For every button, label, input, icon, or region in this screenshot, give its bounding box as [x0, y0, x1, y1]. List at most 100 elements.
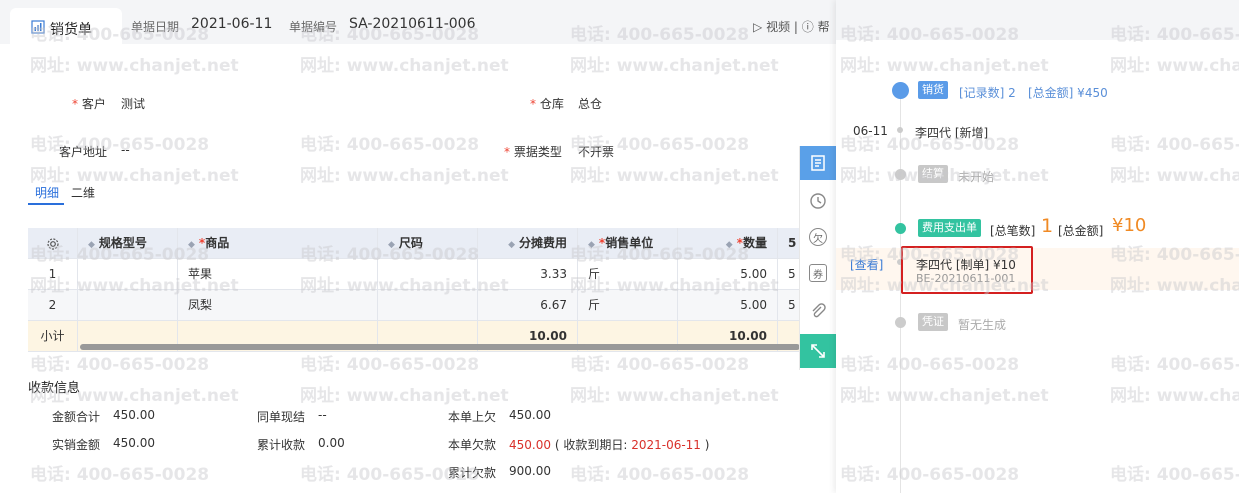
date-value: 2021-06-11	[191, 16, 273, 32]
table-row[interactable]: 1 苹果 3.33 斤 5.00 5	[28, 259, 800, 290]
settle-status: 未开始	[958, 170, 995, 184]
settle-node-dot	[895, 169, 906, 180]
cell-unit[interactable]: 斤	[578, 290, 678, 321]
document-flow-button[interactable]	[800, 146, 836, 180]
col-unit[interactable]: ◆ *销售单位	[578, 228, 678, 259]
warehouse-field[interactable]: 总仓	[578, 95, 602, 112]
watermark-phone: 电话: 400-665-0028	[30, 135, 210, 155]
cell-qty[interactable]: 5.00	[678, 259, 778, 290]
col-extra[interactable]: 5	[778, 228, 800, 259]
play-icon: ▷	[753, 20, 763, 34]
cell-size[interactable]	[378, 259, 478, 290]
address-label: 客户地址	[59, 145, 108, 159]
owe-icon: 欠	[809, 228, 827, 246]
settings-column[interactable]	[28, 228, 78, 259]
payment-section-title: 收款信息	[28, 381, 81, 396]
expense-highlight-row	[836, 248, 1239, 290]
cell-fee[interactable]: 6.67	[478, 290, 578, 321]
actual-value: 450.00	[113, 436, 155, 450]
horizontal-scrollbar[interactable]	[80, 344, 800, 350]
expense-count-label: [总笔数]	[990, 224, 1036, 238]
expand-icon	[811, 344, 825, 358]
owe-button[interactable]: 欠	[800, 220, 836, 254]
cum-recv-value: 0.00	[318, 436, 345, 450]
gear-icon[interactable]	[46, 237, 60, 251]
cell-product[interactable]: 凤梨	[178, 290, 378, 321]
cell-unit[interactable]: 斤	[578, 259, 678, 290]
row-number: 1	[28, 259, 78, 290]
divider: |	[793, 20, 802, 34]
help-icon[interactable]: ⓘ	[802, 20, 814, 34]
cell-product[interactable]: 苹果	[178, 259, 378, 290]
side-toolbar: 欠 券	[799, 146, 836, 370]
tab-label: 销货单	[50, 22, 92, 38]
row-number: 2	[28, 290, 78, 321]
cum-owe-value: 900.00	[509, 464, 551, 478]
watermark-site: 网址: www.chanjet.net	[30, 56, 239, 76]
voucher-node-dot	[895, 317, 906, 328]
expense-count: 1	[1041, 215, 1054, 237]
detail-table: ◆ 规格型号 ◆ *商品 ◆ 尺码 ◆ 分摊费用 ◆ *销售单位 ◆ *数量 5 1 苹果 …	[28, 228, 800, 354]
invoice-field[interactable]: 不开票	[578, 143, 614, 160]
due-date: 2021-06-11	[631, 438, 701, 452]
cum-owe-label: 累计欠款	[448, 466, 497, 480]
actual-label: 实销金额	[52, 438, 101, 452]
cash-value: --	[318, 408, 327, 422]
customer-label: * 客户	[72, 97, 106, 111]
active-tab-underline	[28, 203, 64, 205]
subtotal-label: 小计	[28, 321, 78, 352]
expense-amount-label: [总金额]	[1058, 224, 1104, 238]
date-label: 单据日期	[131, 20, 180, 34]
cell-size[interactable]	[378, 290, 478, 321]
expense-badge[interactable]: 费用支出单	[918, 219, 981, 237]
paperclip-icon	[812, 303, 826, 318]
watermark-site: 网址: www.chanjet.net	[300, 166, 509, 186]
add-entry-dot	[897, 127, 903, 133]
sales-badge[interactable]: 销货	[918, 81, 948, 99]
watermark-phone: 电话: 400-665-0028	[570, 465, 750, 485]
attachment-button[interactable]	[800, 294, 836, 328]
invoice-label: * 票据类型	[504, 145, 562, 159]
address-field[interactable]: --	[121, 143, 130, 157]
warehouse-label: * 仓库	[530, 97, 564, 111]
tab-2d[interactable]: 二维	[71, 184, 95, 201]
video-link[interactable]: ▷ 视频 | ⓘ 帮	[753, 18, 830, 35]
cell-spec[interactable]	[78, 290, 178, 321]
timeline-date: 06-11	[853, 124, 888, 138]
col-spec[interactable]: ◆ 规格型号	[78, 228, 178, 259]
owe-detail: 450.00 ( 收款到期日: 2021-06-11 )	[509, 436, 709, 453]
cell-qty[interactable]: 5.00	[678, 290, 778, 321]
help-label[interactable]: 帮	[818, 20, 830, 34]
history-button[interactable]	[800, 184, 836, 218]
watermark-site: 网址: www.chanjet.net	[30, 166, 239, 186]
table-row[interactable]: 2 凤梨 6.67 斤 5.00 5	[28, 290, 800, 321]
cell-spec[interactable]	[78, 259, 178, 290]
prev-owe-label: 本单上欠	[448, 410, 497, 424]
cell-extra[interactable]: 5	[778, 290, 800, 321]
expand-button[interactable]	[800, 334, 836, 368]
cell-extra[interactable]: 5	[778, 259, 800, 290]
coupon-icon: 券	[809, 264, 827, 282]
due-prefix: ( 收款到期日:	[554, 438, 628, 452]
col-fee[interactable]: ◆ 分摊费用	[478, 228, 578, 259]
owe-label: 本单欠款	[448, 438, 497, 452]
watermark-site: 网址: www.chanjet.net	[300, 386, 509, 406]
number-value: SA-20210611-006	[349, 16, 476, 32]
voucher-status: 暂无生成	[958, 318, 1007, 332]
tab-detail[interactable]: 明细	[35, 184, 59, 201]
view-link[interactable]: [查看]	[850, 256, 883, 273]
document-list-icon	[811, 155, 825, 171]
cell-fee[interactable]: 3.33	[478, 259, 578, 290]
col-product[interactable]: ◆ *商品	[178, 228, 378, 259]
expense-amount: ¥10	[1112, 215, 1147, 236]
prev-owe-value: 450.00	[509, 408, 551, 422]
watermark-phone: 电话: 400-665-0028	[30, 465, 210, 485]
col-size[interactable]: ◆ 尺码	[378, 228, 478, 259]
coupon-button[interactable]: 券	[800, 256, 836, 290]
customer-field[interactable]: 测试	[121, 95, 145, 112]
settle-badge[interactable]: 结算	[918, 165, 948, 183]
voucher-badge[interactable]: 凭证	[918, 313, 948, 331]
col-qty[interactable]: ◆ *数量	[678, 228, 778, 259]
total-label: 金额合计	[52, 410, 101, 424]
table-header: ◆ 规格型号 ◆ *商品 ◆ 尺码 ◆ 分摊费用 ◆ *销售单位 ◆ *数量 5	[28, 228, 800, 259]
